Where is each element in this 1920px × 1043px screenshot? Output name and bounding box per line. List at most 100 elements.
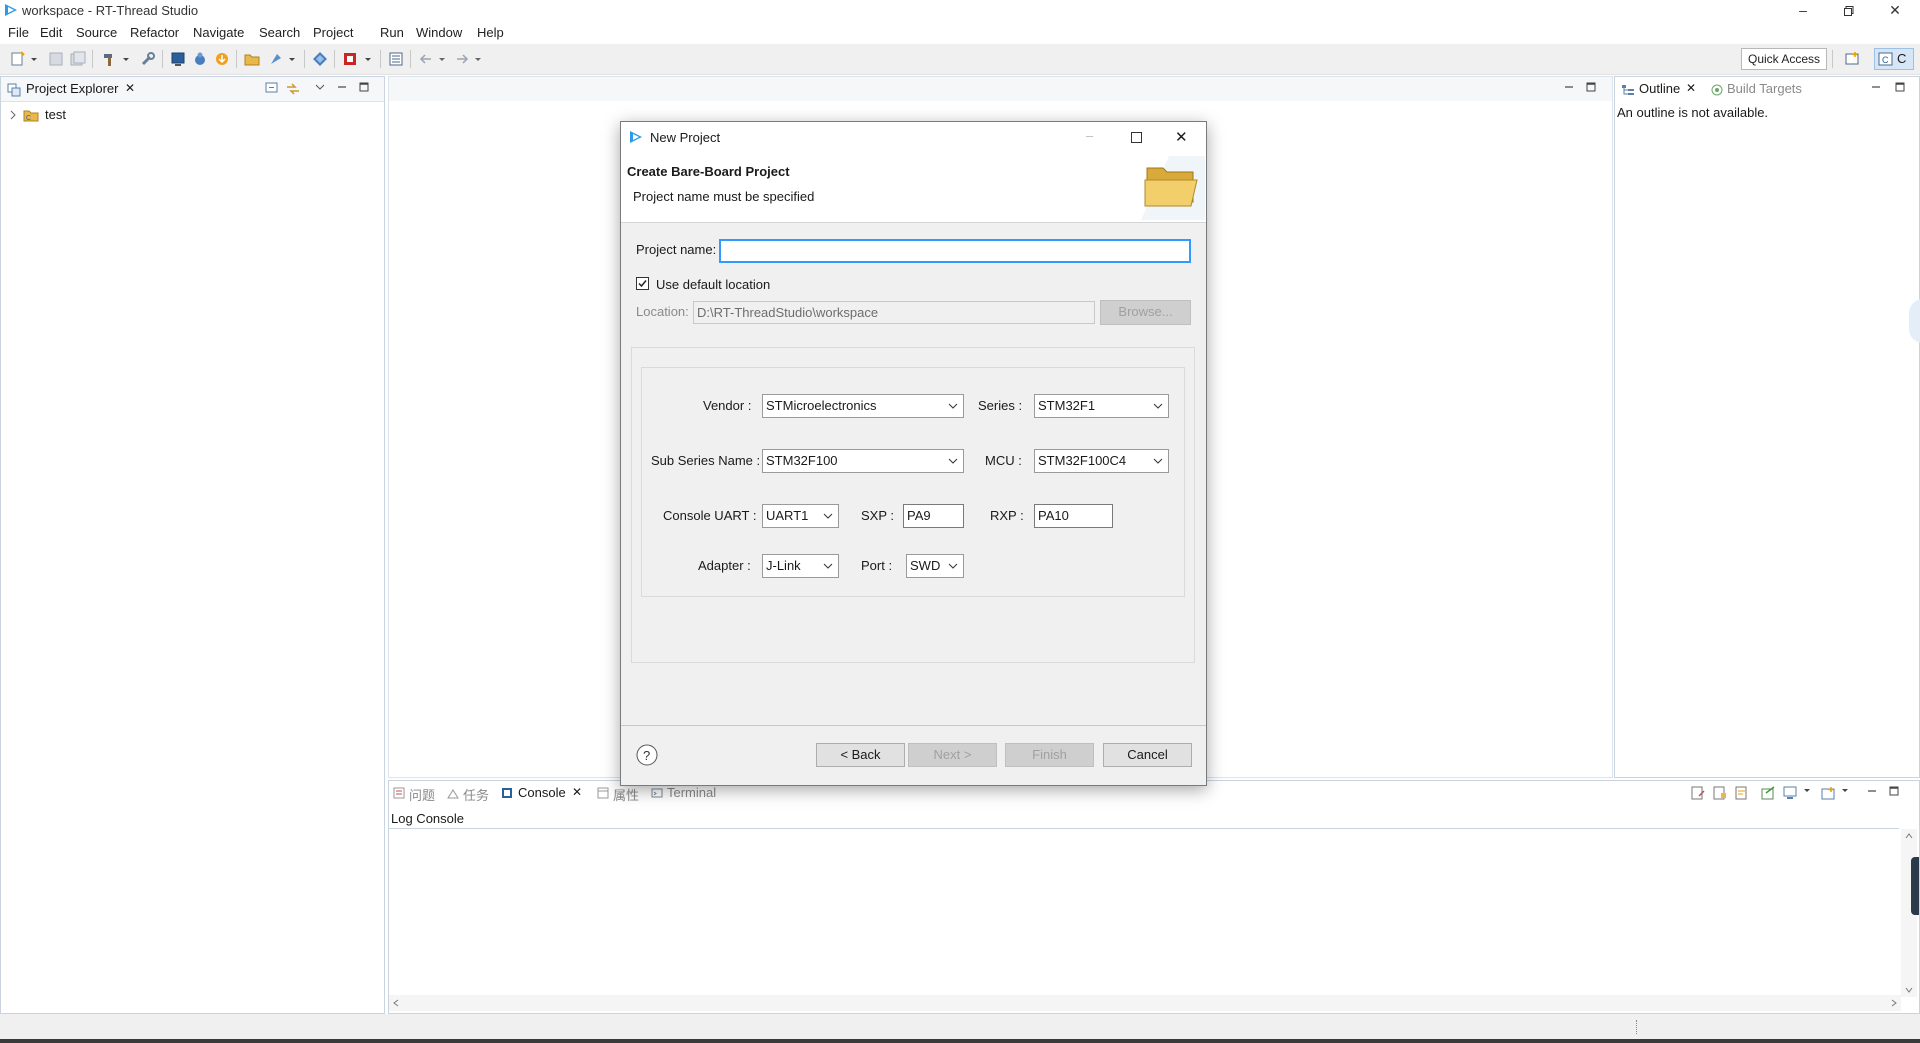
- browse-button[interactable]: Browse...: [1100, 300, 1191, 325]
- use-default-location-checkbox[interactable]: [636, 277, 649, 290]
- adapter-select[interactable]: J-Link: [762, 554, 839, 578]
- dialog-minimize-button[interactable]: –: [1086, 128, 1093, 143]
- project-name-input[interactable]: [719, 239, 1191, 263]
- tab-problems[interactable]: 问题: [409, 785, 435, 804]
- wrench-icon[interactable]: [140, 51, 156, 67]
- minimize-icon[interactable]: [1867, 786, 1877, 796]
- scroll-up-icon[interactable]: [1905, 833, 1913, 839]
- sub-series-value: STM32F100: [766, 453, 838, 468]
- open-console-icon[interactable]: [1821, 786, 1837, 800]
- tab-tasks[interactable]: 任务: [463, 785, 489, 804]
- scroll-down-icon[interactable]: [1905, 987, 1913, 993]
- menu-edit[interactable]: Edit: [40, 25, 62, 40]
- scroll-right-icon[interactable]: [1891, 999, 1897, 1007]
- maximize-icon[interactable]: [359, 82, 369, 92]
- view-menu-icon[interactable]: [315, 82, 325, 92]
- task-list-icon[interactable]: [388, 51, 404, 67]
- horizontal-scrollbar[interactable]: [389, 995, 1901, 1011]
- back-nav-icon[interactable]: [418, 51, 434, 67]
- side-handle[interactable]: [1909, 299, 1920, 343]
- maximize-icon[interactable]: [1895, 82, 1905, 92]
- menu-source[interactable]: Source: [76, 25, 117, 40]
- maximize-icon[interactable]: [1889, 786, 1899, 796]
- menu-file[interactable]: File: [8, 25, 29, 40]
- scroll-left-icon[interactable]: [393, 999, 399, 1007]
- editor-minimize-icon[interactable]: [1564, 82, 1574, 92]
- menu-run[interactable]: Run: [380, 25, 404, 40]
- sxp-input[interactable]: PA9: [903, 504, 964, 528]
- help-icon[interactable]: ?: [636, 744, 658, 766]
- menu-project[interactable]: Project: [313, 25, 353, 40]
- dialog-maximize-icon[interactable]: [1131, 132, 1142, 143]
- new-dropdown-icon[interactable]: [30, 51, 38, 67]
- minimize-window-button[interactable]: –: [1780, 0, 1826, 22]
- pin-console-icon[interactable]: [1761, 786, 1775, 800]
- tab-outline[interactable]: Outline: [1639, 81, 1680, 96]
- scroll-lock-icon[interactable]: [1713, 786, 1727, 800]
- menu-navigate[interactable]: Navigate: [193, 25, 244, 40]
- dialog-close-button[interactable]: ✕: [1175, 128, 1188, 146]
- stop-icon[interactable]: [342, 51, 358, 67]
- stop-dropdown-icon[interactable]: [364, 51, 372, 67]
- rxp-input[interactable]: PA10: [1034, 504, 1113, 528]
- close-window-button[interactable]: ✕: [1872, 0, 1918, 22]
- save-all-icon[interactable]: [70, 51, 86, 67]
- word-wrap-icon[interactable]: [1735, 786, 1749, 800]
- close-tab-icon[interactable]: ✕: [125, 81, 135, 95]
- clear-console-icon[interactable]: [1691, 786, 1705, 800]
- series-select[interactable]: STM32F1: [1034, 394, 1169, 418]
- open-folder-icon[interactable]: [244, 51, 260, 67]
- menu-window[interactable]: Window: [416, 25, 462, 40]
- project-explorer-panel: Project Explorer ✕ C test: [0, 76, 385, 1014]
- quick-access-field[interactable]: Quick Access: [1741, 48, 1827, 70]
- minimize-icon[interactable]: [337, 82, 347, 92]
- vendor-select[interactable]: STMicroelectronics: [762, 394, 964, 418]
- chevron-down-icon: [1153, 403, 1163, 409]
- run-icon[interactable]: [268, 51, 284, 67]
- mcu-select[interactable]: STM32F100C4: [1034, 449, 1169, 473]
- tab-console[interactable]: Console: [518, 785, 566, 800]
- menu-search[interactable]: Search: [259, 25, 300, 40]
- expand-chevron-icon[interactable]: [9, 110, 17, 120]
- back-nav-dropdown-icon[interactable]: [438, 51, 446, 67]
- c-perspective-button[interactable]: C C: [1874, 48, 1914, 70]
- save-icon[interactable]: [48, 51, 64, 67]
- sub-series-select[interactable]: STM32F100: [762, 449, 964, 473]
- forward-nav-icon[interactable]: [454, 51, 470, 67]
- terminal-monitor-icon[interactable]: [170, 51, 186, 67]
- new-icon[interactable]: [10, 51, 26, 67]
- minimize-icon[interactable]: [1871, 82, 1881, 92]
- display-console-icon[interactable]: [1783, 786, 1799, 800]
- restore-window-button[interactable]: [1826, 0, 1872, 22]
- tab-build-targets[interactable]: Build Targets: [1727, 81, 1802, 96]
- use-default-location-label[interactable]: Use default location: [656, 277, 770, 292]
- port-select[interactable]: SWD: [906, 554, 964, 578]
- open-console-dropdown-icon[interactable]: [1841, 786, 1849, 796]
- display-console-dropdown-icon[interactable]: [1803, 786, 1811, 796]
- build-dropdown-icon[interactable]: [122, 51, 130, 67]
- next-button[interactable]: Next >: [908, 743, 997, 767]
- sdk-manager-icon[interactable]: [312, 51, 328, 67]
- cancel-button[interactable]: Cancel: [1103, 743, 1192, 767]
- tab-properties[interactable]: 属性: [613, 785, 639, 804]
- side-handle[interactable]: [1911, 857, 1919, 915]
- forward-nav-dropdown-icon[interactable]: [474, 51, 482, 67]
- download-flash-icon[interactable]: [214, 51, 230, 67]
- menu-help[interactable]: Help: [477, 25, 504, 40]
- run-dropdown-icon[interactable]: [288, 51, 296, 67]
- debug-bug-icon[interactable]: [192, 51, 208, 67]
- tab-project-explorer[interactable]: Project Explorer: [26, 81, 118, 96]
- menu-refactor[interactable]: Refactor: [130, 25, 179, 40]
- build-hammer-icon[interactable]: [102, 51, 118, 67]
- list-item[interactable]: C test: [9, 106, 209, 124]
- open-perspective-icon[interactable]: [1844, 51, 1860, 67]
- console-uart-select[interactable]: UART1: [762, 504, 839, 528]
- tab-terminal[interactable]: Terminal: [667, 785, 716, 800]
- finish-button[interactable]: Finish: [1005, 743, 1094, 767]
- collapse-all-icon[interactable]: [265, 82, 279, 94]
- link-with-editor-icon[interactable]: [285, 82, 301, 96]
- close-tab-icon[interactable]: ✕: [572, 785, 582, 799]
- back-button[interactable]: < Back: [816, 743, 905, 767]
- editor-maximize-icon[interactable]: [1586, 82, 1596, 92]
- close-tab-icon[interactable]: ✕: [1686, 81, 1696, 95]
